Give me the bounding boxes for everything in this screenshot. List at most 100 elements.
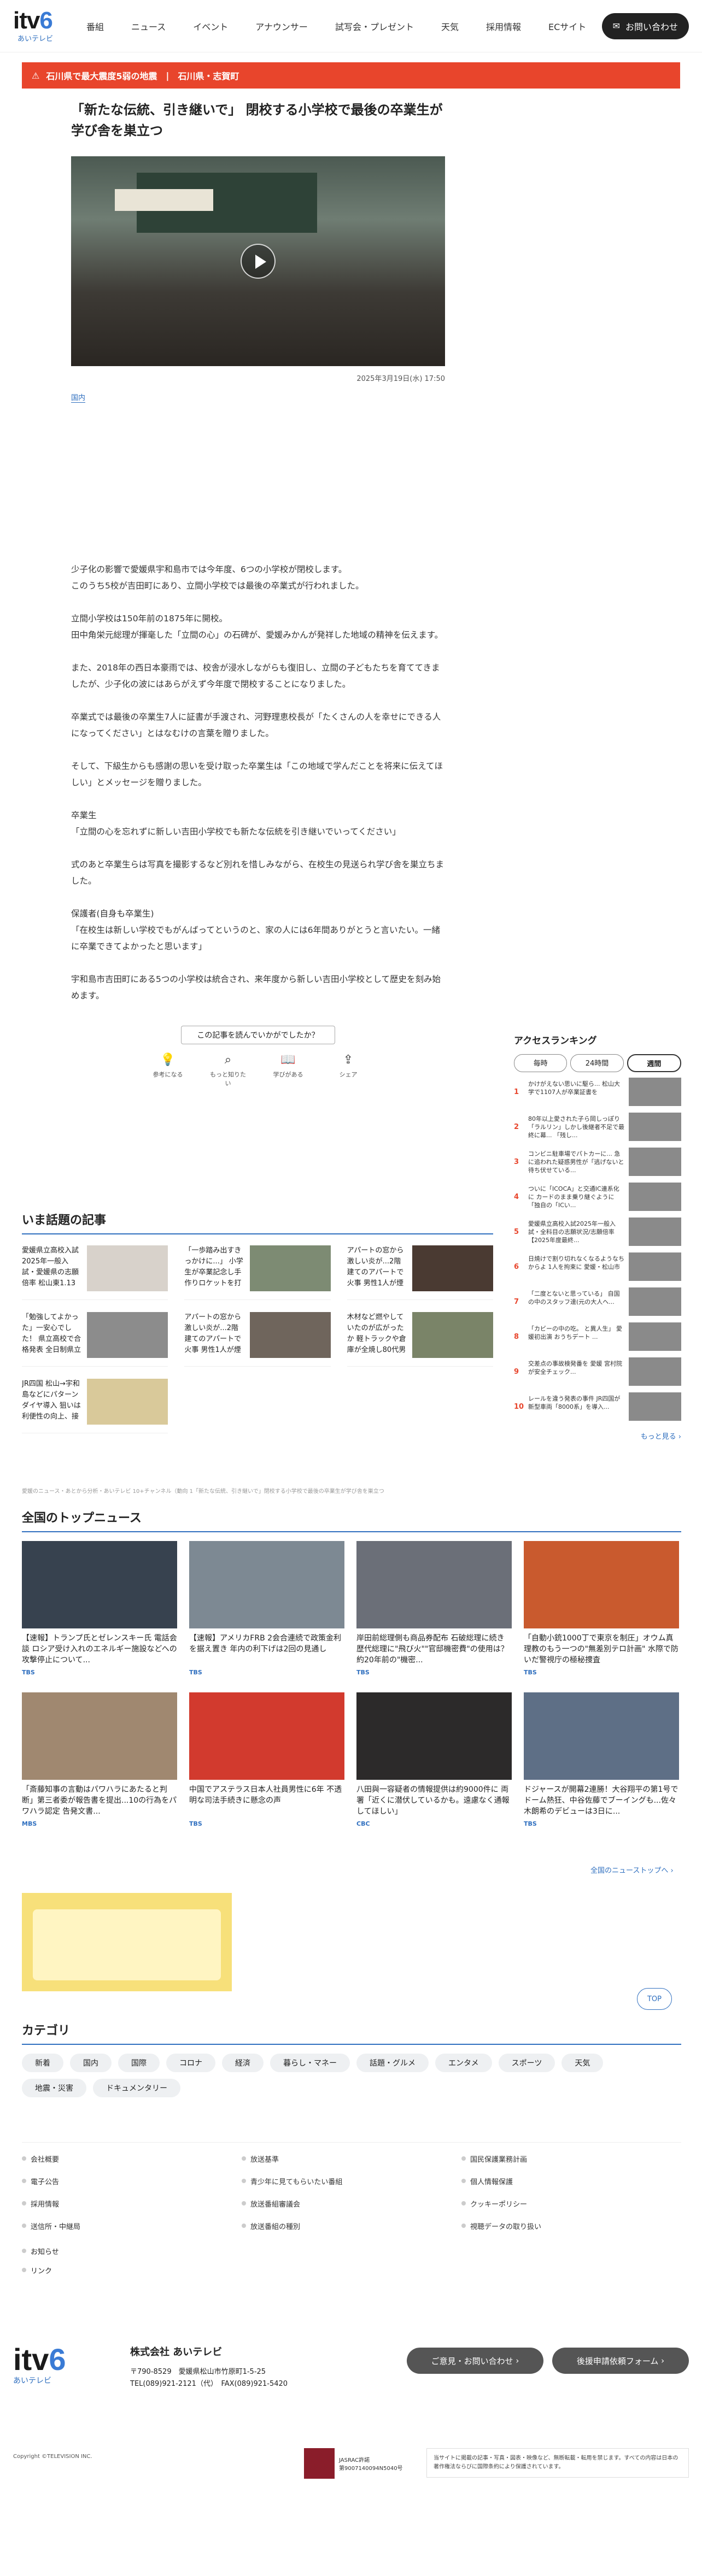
news-card[interactable]: ドジャースが開幕2連勝！大谷翔平の第1号でドーム熱狂、中谷佐藤でブーイングも..… [524, 1692, 679, 1827]
news-card[interactable]: 【速報】アメリカFRB 2会合連続で政策金利を据え置き 年内の利下げは2回の見通… [189, 1541, 344, 1676]
category-section: カテゴリ 新着 国内 国際 コロナ 経済 暮らし・マネー 話題・グルメ エンタメ… [22, 2021, 681, 2097]
tab-24h[interactable]: 24時間 [570, 1054, 624, 1072]
nav-bangumi[interactable]: 番組 [73, 20, 118, 33]
ranking-item[interactable]: 5 愛媛県立高校入試2025年一般入試・全科目の志願状況/志願倍率【2025年度最… [514, 1216, 681, 1247]
video-player[interactable] [71, 156, 445, 366]
news-thumbnail [524, 1541, 679, 1628]
category-chip[interactable]: エンタメ [435, 2054, 492, 2072]
footer-link-news[interactable]: お知らせ [22, 2246, 59, 2256]
hot-article-card[interactable]: 「勉強してよかった」一安心でした！ 県立高校で合格発表 全日制県立高校の4分の3… [22, 1312, 168, 1367]
footer-link[interactable]: クッキーポリシー [461, 2198, 681, 2209]
category-chip[interactable]: 暮らし・マネー [270, 2054, 350, 2072]
contact-button[interactable]: ✉ お問い合わせ [601, 13, 689, 39]
ranking-item[interactable]: 1 かけがえない思いに駆ら... 松山大学で1107人が卒業証書を [514, 1077, 681, 1107]
footer-link[interactable]: 放送番組審議会 [242, 2198, 461, 2209]
copyright-notice: 当サイトに掲載の記事・写真・図表・映像など、無断転載・転用を禁じます。すべての内… [426, 2448, 689, 2478]
main-nav: 番組 ニュース イベント アナウンサー 試写会・プレゼント 天気 採用情報 EC… [73, 20, 602, 33]
footer-link[interactable]: 会社概要 [22, 2154, 242, 2164]
hot-articles: いま話題の記事 愛媛県立高校入試2025年一般入試・愛媛県の志願倍率 松山東1.… [22, 1210, 493, 1433]
ranking-item[interactable]: 7 「二度とないと思っている」 自国の中のスタッフ達(元の大人へ... [514, 1286, 681, 1317]
reaction-more-button[interactable]: ⌕ もっと知りたい [209, 1053, 247, 1087]
ranking-item[interactable]: 9 交差点の事故検発番を 愛媛 宮村院が安全チェック... [514, 1356, 681, 1387]
company-name: 株式会社 あいテレビ [130, 2346, 223, 2358]
category-chip[interactable]: 経済 [222, 2054, 264, 2072]
ranking-thumbnail [629, 1287, 681, 1316]
news-card[interactable]: 「自動小銃1000丁で東京を制圧」オウム真理教のもう一つの"無差別テロ計画" 水… [524, 1541, 679, 1676]
footer-link[interactable]: 放送番組の種別 [242, 2221, 461, 2231]
hot-article-card[interactable]: 「一歩踏み出すきっかけに...」 小学生が卒業記念し手作りロケットを打ち上げ [184, 1245, 331, 1300]
hot-article-card[interactable]: アパートの窓から激しい炎が...2階建てのアパートで火事 男性1人が煙を吸い救急… [184, 1312, 331, 1367]
footer-link[interactable]: 送信所・中継局 [22, 2221, 242, 2231]
top-news-more-link[interactable]: 全国のニューストップへ › [590, 1865, 674, 1875]
ranking-item[interactable]: 2 80年以上愛された子ら岡しっぽり「ラルリン」しかし後継者不足で最終に幕... … [514, 1111, 681, 1142]
category-chip[interactable]: 話題・グルメ [356, 2054, 429, 2072]
ranking-item[interactable]: 4 ついに「ICOCA」と交通IC連系化に カードのまま乗り継ぐように「独自の「I… [514, 1181, 681, 1212]
category-chip[interactable]: スポーツ [498, 2054, 555, 2072]
paragraph: また、2018年の西日本豪雨では、校舎が浸水しながらも復旧し、立間の子どもたちを… [71, 663, 440, 689]
hot-article-card[interactable]: JR四国 松山→宇和島などにパターンダイヤ導入 狙いは利便性の向上、接続する他の… [22, 1379, 168, 1433]
nav-event[interactable]: イベント [179, 20, 242, 33]
ranking-thumbnail [629, 1322, 681, 1351]
ranking-item[interactable]: 8 「カビーの中の吃。 と異人生」 愛媛初出演 おうちデート ... [514, 1321, 681, 1352]
back-to-top-button[interactable]: TOP [637, 1988, 672, 2010]
footer-link[interactable]: 電子公告 [22, 2176, 242, 2186]
footer-link[interactable]: 放送基準 [242, 2154, 461, 2164]
ad-banner[interactable] [22, 1893, 232, 1991]
article-category-tag[interactable]: 国内 [71, 392, 86, 403]
footer-link[interactable]: 国民保護業務計画 [461, 2154, 681, 2164]
news-card[interactable]: 中国でアステラス日本人社員男性に6年 不透明な司法手続きに懸念の声 TBS [189, 1692, 344, 1827]
news-card[interactable]: 八田與一容疑者の情報提供は約9000件に 両署「近くに潜伏しているかも。遠慮なく… [356, 1692, 512, 1827]
contact-label: お問い合わせ [625, 21, 678, 32]
category-chip[interactable]: 国内 [70, 2054, 112, 2072]
category-chip[interactable]: ドキュメンタリー [93, 2079, 180, 2097]
category-chip[interactable]: 国際 [118, 2054, 160, 2072]
reaction-box: この記事を読んでいかがでしたか？ 💡 参考になる ⌕ もっと知りたい 📖 学びがある … [116, 1026, 400, 1087]
footer-form-button[interactable]: 後援申請依頼フォーム › [552, 2348, 689, 2374]
news-card[interactable]: 「斎藤知事の言動はパワハラにあたると判断」第三者委が報告書を提出...10の行為… [22, 1692, 177, 1827]
ranking-more-link[interactable]: もっと見る › [514, 1431, 681, 1441]
category-chip[interactable]: コロナ [166, 2054, 215, 2072]
footer-link[interactable]: 視聴データの取り扱い [461, 2221, 681, 2231]
article: 「新たな伝統、引き継いで」 閉校する小学校で最後の卒業生が学び舎を巣立つ 202… [71, 99, 445, 1087]
tab-hourly[interactable]: 毎時 [514, 1054, 568, 1072]
reaction-useful-button[interactable]: 💡 参考になる [149, 1053, 187, 1087]
nav-weather[interactable]: 天気 [428, 20, 472, 33]
news-thumbnail [189, 1541, 344, 1628]
category-chip[interactable]: 天気 [561, 2054, 604, 2072]
tab-weekly[interactable]: 週間 [627, 1054, 681, 1072]
footer-contact-button[interactable]: ご意見・お問い合わせ › [407, 2348, 543, 2374]
hot-article-card[interactable]: 木材など燃やしていたのが広がったか 軽トラックや倉庫が全焼し80代男性が軽いやけ… [347, 1312, 493, 1367]
nav-recruit[interactable]: 採用情報 [472, 20, 535, 33]
company-info: itv6 あいテレビ 株式会社 あいテレビ 〒790-8529 愛媛県松山市竹原… [13, 2344, 689, 2415]
hot-article-card[interactable]: 愛媛県立高校入試2025年一般入試・愛媛県の志願倍率 松山東1.13倍 松山南1… [22, 1245, 168, 1300]
nav-ec[interactable]: ECサイト [535, 20, 600, 33]
footer-link[interactable]: 青少年に見てもらいたい番組 [242, 2176, 461, 2186]
share-button[interactable]: ⇪ シェア [329, 1053, 367, 1087]
share-icon: ⇪ [343, 1053, 354, 1067]
ranking-item[interactable]: 10 レールを違う発表の事件 JR四国が新型車両「8000系」を導入... [514, 1391, 681, 1422]
footer-link-links[interactable]: リンク [22, 2265, 59, 2275]
breaking-alert[interactable]: ⚠ 石川県で最大震度5弱の地震 | 石川県・志賀町 [22, 62, 680, 89]
footer-link[interactable]: 採用情報 [22, 2198, 242, 2209]
footer-link[interactable]: 個人情報保護 [461, 2176, 681, 2186]
reaction-question: この記事を読んでいかがでしたか？ [181, 1026, 335, 1044]
nav-present[interactable]: 試写会・プレゼント [321, 20, 428, 33]
site-logo[interactable]: itv6 あいテレビ [13, 9, 53, 44]
news-card[interactable]: 岸田前総理側も商品券配布 石破総理に続き歴代総理に"飛び火""官邸機密費"の使用… [356, 1541, 512, 1676]
play-icon[interactable] [241, 244, 276, 279]
ranking-thumbnail [629, 1113, 681, 1141]
news-card[interactable]: 【速報】トランプ氏とゼレンスキー氏 電話会談 ロシア受け入れのエネルギー施設など… [22, 1541, 177, 1676]
ranking-item[interactable]: 3 コンビニ駐車場でパトカーに... 急に追われた疑惑男性が「逃げないと待ち伏せて… [514, 1146, 681, 1177]
news-thumbnail [22, 1692, 177, 1780]
reaction-learn-button[interactable]: 📖 学びがある [269, 1053, 307, 1087]
category-chip[interactable]: 新着 [22, 2054, 63, 2072]
reaction-buttons: 💡 参考になる ⌕ もっと知りたい 📖 学びがある ⇪ シェア [116, 1053, 400, 1087]
nav-announcer[interactable]: アナウンサー [242, 20, 321, 33]
hot-article-card[interactable]: アパートの窓から激しい炎が...2階建てのアパートで火事 男性1人が煙を吸い救急… [347, 1245, 493, 1300]
category-chip[interactable]: 地震・災害 [22, 2079, 86, 2097]
nav-news[interactable]: ニュース [118, 20, 179, 33]
footer-logo[interactable]: itv6 あいテレビ [13, 2344, 66, 2386]
jasrac-text: JASRAC許諾 第9007140094N5040号 [339, 2457, 403, 2472]
ranking-title: アクセスランキング [514, 1036, 597, 1046]
ranking-item[interactable]: 6 日焼けで割り切れなくなるようなちからよ 1人を拘束に 愛媛・松山市 [514, 1251, 681, 1282]
